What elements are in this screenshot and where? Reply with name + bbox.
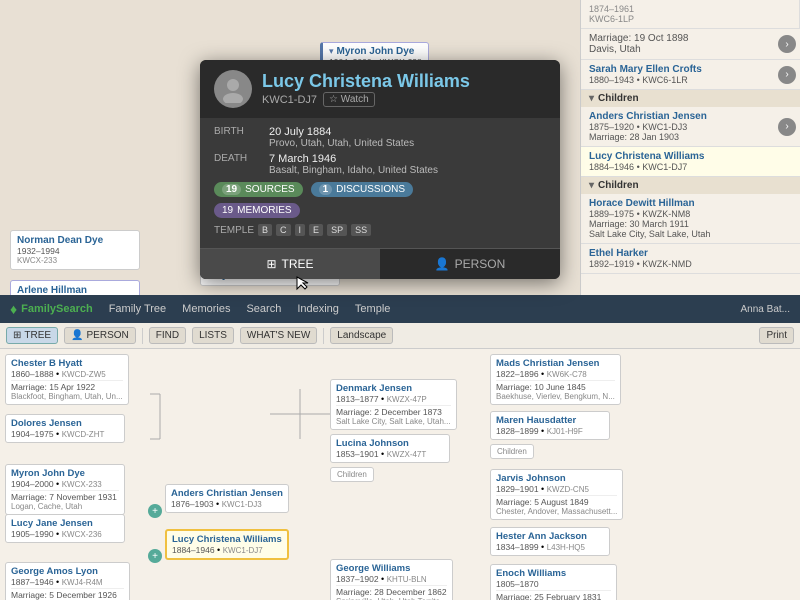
modal-footer: ⊞ TREE 👤 PERSON <box>200 248 560 279</box>
nav-arrow-top[interactable]: › <box>778 35 796 53</box>
memories-badge[interactable]: 19 MEMORIES <box>214 203 300 218</box>
node-myron-tree[interactable]: Myron John Dye 1904–2000 • KWCX-233 Marr… <box>5 464 125 515</box>
watch-button[interactable]: ☆ Watch <box>323 92 375 107</box>
whats-new-btn[interactable]: WHAT'S NEW <box>240 327 317 344</box>
nav-temple[interactable]: Temple <box>355 303 390 315</box>
nav-indexing[interactable]: Indexing <box>297 303 339 315</box>
modal-header: Lucy Christena Williams KWC1-DJ7 ☆ Watch <box>200 60 560 118</box>
discussions-badge[interactable]: 1 DISCUSSIONS <box>311 182 413 197</box>
node-lucy-highlighted[interactable]: Lucy Christena Williams 1884–1946 • KWC1… <box>165 529 289 560</box>
person-btn[interactable]: 👤 PERSON <box>64 327 136 344</box>
add-person-btn-2[interactable]: + <box>148 549 162 563</box>
badges-row: 19 SOURCES 1 DISCUSSIONS <box>214 182 546 197</box>
person-icon: 👤 <box>71 330 83 341</box>
modal-person-name: Lucy Christena Williams <box>262 71 546 92</box>
toolbar-right: Print <box>759 327 794 344</box>
node-lucy-jane[interactable]: Lucy Jane Jensen 1905–1990 • KWCX-236 <box>5 514 125 543</box>
temple-row: TEMPLE B C I E SP SS <box>214 224 546 236</box>
modal-avatar <box>214 70 252 108</box>
node-denmark[interactable]: Denmark Jensen 1813–1877 • KWZX-47P Marr… <box>330 379 457 430</box>
card-sarah[interactable]: Sarah Mary Ellen Crofts 1880–1943 • KWC6… <box>581 60 800 90</box>
birth-label: BIRTH <box>214 126 259 149</box>
node-jarvis[interactable]: Jarvis Johnson 1829–1901 • KWZD-CN5 Marr… <box>490 469 623 520</box>
node-arlene[interactable]: Arlene Hillman Living LNR9-MH2 <box>10 280 140 295</box>
chevron-down-icon: ▾ <box>589 93 594 104</box>
modal-title: Lucy Christena Williams KWC1-DJ7 ☆ Watch <box>262 71 546 107</box>
landscape-btn[interactable]: Landscape <box>330 327 393 344</box>
temple-tag-i: I <box>295 224 306 236</box>
birth-row: BIRTH 20 July 1884 Provo, Utah, Utah, Un… <box>214 126 546 149</box>
children-label-denmark: Children <box>330 467 374 482</box>
nav-family-tree[interactable]: Family Tree <box>109 303 166 315</box>
site-logo: ♦ FamilySearch <box>10 301 93 317</box>
find-btn[interactable]: FIND <box>149 327 186 344</box>
node-dolores[interactable]: Dolores Jensen 1904–1975 • KWCD-ZHT <box>5 414 125 443</box>
node-enoch[interactable]: Enoch Williams 1805–1870 Marriage: 25 Fe… <box>490 564 617 600</box>
death-label: DEATH <box>214 153 259 176</box>
tree-canvas: Chester B Hyatt 1860–1888 • KWCD-ZW5 Mar… <box>0 349 800 600</box>
person-modal[interactable]: Lucy Christena Williams KWC1-DJ7 ☆ Watch… <box>200 60 560 279</box>
temple-tag-b: B <box>258 224 272 236</box>
temple-label: TEMPLE <box>214 225 254 236</box>
lists-btn[interactable]: LISTS <box>192 327 234 344</box>
memories-row: 19 MEMORIES <box>214 203 546 218</box>
sources-badge[interactable]: 19 SOURCES <box>214 182 303 197</box>
user-account[interactable]: Anna Bat... <box>741 304 790 315</box>
node-george-w[interactable]: George Williams 1837–1902 • KHTU-BLN Mar… <box>330 559 453 600</box>
nav-search[interactable]: Search <box>246 303 281 315</box>
navigation-bar: ♦ FamilySearch Family Tree Memories Sear… <box>0 295 800 323</box>
toolbar: ⊞ TREE 👤 PERSON FIND LISTS WHAT'S NEW La… <box>0 323 800 349</box>
chevron-down-icon-2: ▾ <box>589 180 594 191</box>
node-norman[interactable]: Norman Dean Dye 1932–1994 KWCX-233 <box>10 230 140 270</box>
children-header-1[interactable]: ▾ Children <box>581 90 800 107</box>
node-hester[interactable]: Hester Ann Jackson 1834–1899 • L43H-HQ5 <box>490 527 610 556</box>
tree-icon: ⊞ <box>13 330 21 341</box>
tree-btn[interactable]: ⊞ TREE <box>6 327 58 344</box>
toolbar-separator-2 <box>323 328 324 344</box>
nav-arrow-anders[interactable]: › <box>778 118 796 136</box>
card-horace[interactable]: Horace Dewitt Hillman 1889–1975 • KWZK-N… <box>581 194 800 244</box>
right-panel: 1874–1961 KWC6-1LP Marriage: 19 Oct 1898… <box>580 0 800 295</box>
print-btn[interactable]: Print <box>759 327 794 344</box>
temple-tag-sp: SP <box>327 224 347 236</box>
card-lucy-right[interactable]: Lucy Christena Williams 1884–1946 • KWC1… <box>581 147 800 177</box>
nav-memories[interactable]: Memories <box>182 303 230 315</box>
add-person-btn-1[interactable]: + <box>148 504 162 518</box>
node-anders-tree[interactable]: Anders Christian Jensen 1876–1903 • KWC1… <box>165 484 289 513</box>
card-ethel[interactable]: Ethel Harker 1892–1919 • KWZK-NMD <box>581 244 800 274</box>
tab-tree[interactable]: ⊞ TREE <box>200 249 380 279</box>
person-tab-icon: 👤 <box>435 257 450 271</box>
death-row: DEATH 7 March 1946 Basalt, Bingham, Idah… <box>214 153 546 176</box>
node-maren[interactable]: Maren Hausdatter 1828–1899 • KJ01-H9F <box>490 411 610 440</box>
toolbar-separator <box>142 328 143 344</box>
node-george-lyon[interactable]: George Amos Lyon 1887–1946 • KWJ4-R4M Ma… <box>5 562 130 600</box>
marriage-row-top: Marriage: 19 Oct 1898 Davis, Utah › <box>581 29 800 60</box>
node-mads[interactable]: Mads Christian Jensen 1822–1896 • KW6K-C… <box>490 354 621 405</box>
modal-person-id: KWC1-DJ7 ☆ Watch <box>262 92 546 107</box>
node-lucina[interactable]: Lucina Johnson 1853–1901 • KWZX-47T <box>330 434 450 463</box>
temple-tag-e: E <box>309 224 323 236</box>
birth-date: 20 July 1884 <box>269 126 414 138</box>
death-place: Basalt, Bingham, Idaho, United States <box>269 165 438 176</box>
death-date: 7 March 1946 <box>269 153 438 165</box>
node-chester[interactable]: Chester B Hyatt 1860–1888 • KWCD-ZW5 Mar… <box>5 354 129 405</box>
temple-tag-c: C <box>276 224 291 236</box>
children-label-mads: Children <box>490 444 534 459</box>
site-name: FamilySearch <box>21 303 93 315</box>
tree-tab-icon: ⊞ <box>266 257 276 271</box>
modal-body: BIRTH 20 July 1884 Provo, Utah, Utah, Un… <box>200 118 560 248</box>
card-anders[interactable]: Anders Christian Jensen 1875–1920 • KWC1… <box>581 107 800 147</box>
children-header-2[interactable]: ▾ Children <box>581 177 800 194</box>
tab-person[interactable]: 👤 PERSON <box>380 249 560 279</box>
temple-tag-ss: SS <box>351 224 371 236</box>
birth-place: Provo, Utah, Utah, United States <box>269 138 414 149</box>
nav-arrow-sarah[interactable]: › <box>778 66 796 84</box>
